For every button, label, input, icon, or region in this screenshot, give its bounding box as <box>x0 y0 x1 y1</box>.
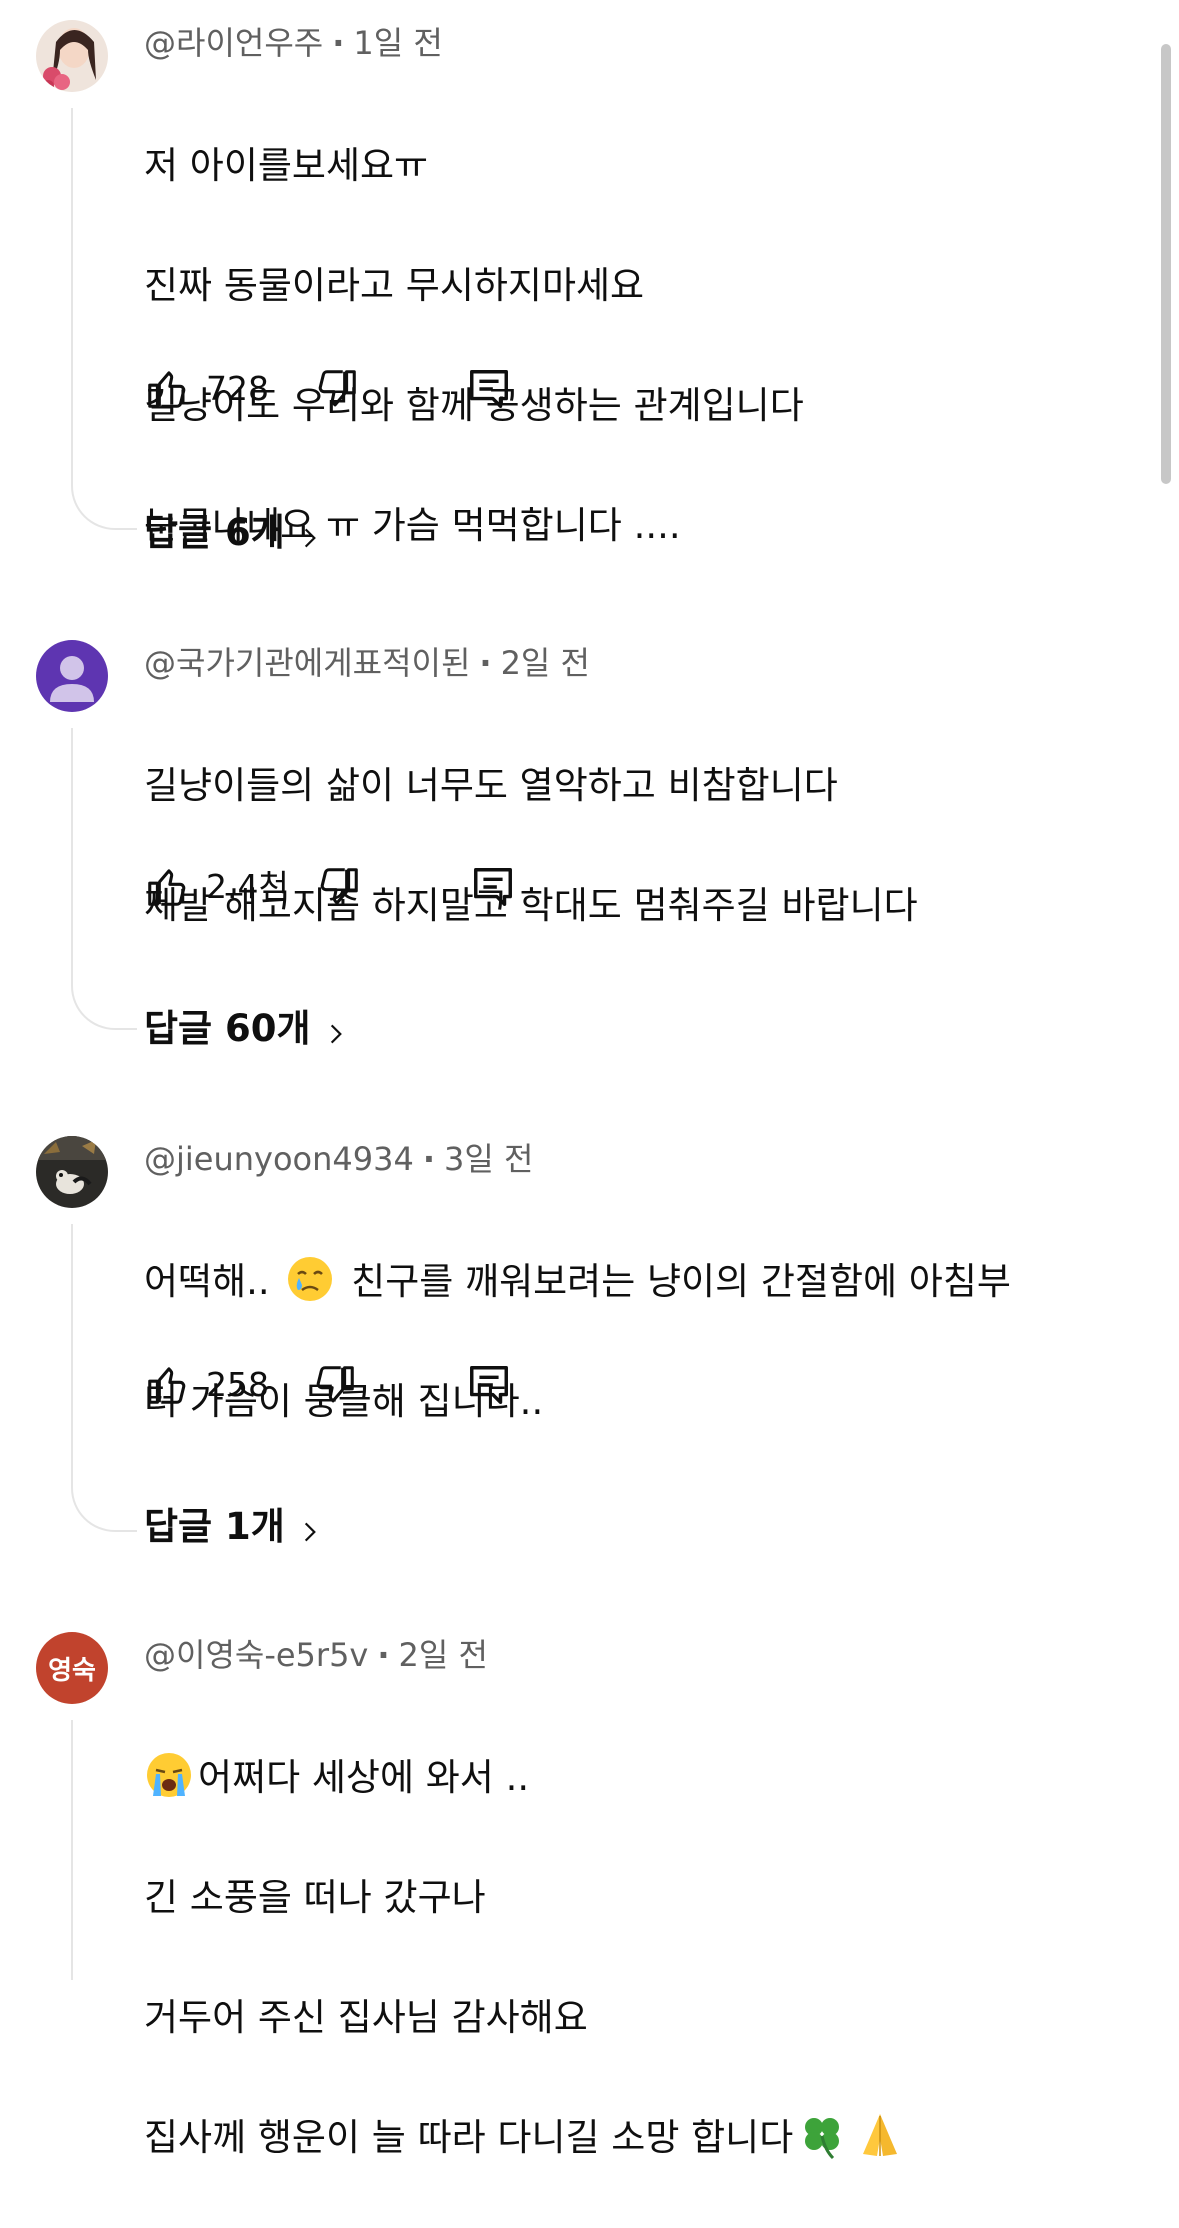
avatar[interactable] <box>36 640 108 712</box>
comment-time: 3일 전 <box>444 1140 534 1178</box>
default-person-icon <box>50 656 94 702</box>
comment-line: 길냥이들의 삶이 너무도 열악하고 비참합니다 <box>144 764 838 807</box>
comment-time: 1일 전 <box>353 24 443 62</box>
like-count: 258 <box>206 1365 269 1404</box>
meta-separator: · <box>377 1636 390 1674</box>
comment-time: 2일 전 <box>398 1636 488 1674</box>
folded-hands-icon <box>863 2114 898 2156</box>
comment-line-end: 친구를 깨워보려는 냥이의 간절함에 아침부 <box>339 1260 1011 1303</box>
comment-reply-icon[interactable] <box>466 366 512 412</box>
comment-text: 어쩌다 세상에 와서 .. 긴 소풍을 떠나 갔구나 거두어 주신 집사님 감사… <box>144 1688 1094 2228</box>
comment-item: @라이언우주 · 1일 전 저 아이를보세요ㅠ 진짜 동물이라고 무시하지마세요 길… <box>0 0 1179 620</box>
comment-text: 어떡해.. 친구를 깨워보려는 냥이의 간절함에 아침부 터 가슴이 뭉클해 집… <box>144 1192 1094 1492</box>
comment-reply-icon[interactable] <box>466 1362 512 1408</box>
thread-line <box>71 728 137 1030</box>
thumbs-up-icon[interactable] <box>144 1362 190 1408</box>
replies-button[interactable]: 답글 6개 <box>144 508 323 558</box>
comment-line: 어쩌다 세상에 와서 .. <box>144 1748 1094 1808</box>
comment-item: 영숙 @이영숙-e5r5v · 2일 전 어쩌다 세상에 와서 .. 긴 소풍을 떠… <box>0 1612 1179 2160</box>
replies-button[interactable]: 답글 1개 <box>144 1502 323 1552</box>
meta-separator: · <box>332 24 345 62</box>
comment-meta: @이영숙-e5r5v · 2일 전 <box>144 1632 488 1678</box>
author-handle[interactable]: @이영숙-e5r5v <box>144 1636 368 1674</box>
loudly-crying-face-icon <box>147 1753 191 1797</box>
comment-meta: @국가기관에게표적이된 · 2일 전 <box>144 640 590 686</box>
author-handle[interactable]: @라이언우주 <box>144 24 323 62</box>
meta-separator: · <box>479 644 492 682</box>
comment-line-start: 어떡해.. <box>144 1260 282 1303</box>
comment-line: 저 아이를보세요ㅠ <box>144 144 429 187</box>
comment-reply-icon[interactable] <box>470 864 516 910</box>
avatar-photo <box>36 1136 108 1208</box>
comment-item: @국가기관에게표적이된 · 2일 전 길냥이들의 삶이 너무도 열악하고 비참합니다… <box>0 620 1179 1120</box>
comment-item: @jieunyoon4934 · 3일 전 어떡해.. 친구를 깨워보려는 냥이의 … <box>0 1116 1179 1616</box>
like-count: 728 <box>206 369 269 408</box>
avatar-initials: 영숙 <box>48 1655 96 1686</box>
comment-line-text: 집사께 행운이 늘 따라 다니길 소망 합니다 <box>144 2116 794 2159</box>
comment-line: 긴 소풍을 떠나 갔구나 <box>144 1876 486 1919</box>
comment-actions: 258 <box>144 1356 744 1412</box>
comment-text: 길냥이들의 삶이 너무도 열악하고 비참합니다 제발 해코지좀 하지말고 학대도… <box>144 696 1094 996</box>
comment-line-text: 어쩌다 세상에 와서 .. <box>198 1756 530 1799</box>
comment-actions: 728 <box>144 360 744 416</box>
chevron-right-icon <box>323 1021 349 1047</box>
comment-line: 어떡해.. 친구를 깨워보려는 냥이의 간절함에 아침부 <box>144 1252 1094 1312</box>
replies-label: 답글 1개 <box>144 1505 285 1548</box>
thread-line <box>71 1224 137 1532</box>
comment-time: 2일 전 <box>500 644 590 682</box>
comments-screen: { "comments": [ { "author": "@라이언우주", "t… <box>0 0 1179 2160</box>
thumbs-down-icon[interactable] <box>314 366 360 412</box>
chevron-right-icon <box>297 525 323 551</box>
avatar[interactable]: 영숙 <box>36 1632 108 1704</box>
meta-separator: · <box>422 1140 435 1178</box>
like-count: 2.4천 <box>206 867 289 906</box>
chevron-right-icon <box>297 1519 323 1545</box>
avatar[interactable] <box>36 20 108 92</box>
author-handle[interactable]: @jieunyoon4934 <box>144 1140 414 1178</box>
replies-label: 답글 60개 <box>144 1007 311 1050</box>
comment-meta: @라이언우주 · 1일 전 <box>144 20 443 66</box>
thumbs-up-icon[interactable] <box>144 366 190 412</box>
thread-line <box>71 108 137 530</box>
comment-meta: @jieunyoon4934 · 3일 전 <box>144 1136 533 1182</box>
four-leaf-clover-icon <box>805 2118 840 2160</box>
crying-face-icon <box>288 1257 333 1301</box>
thumbs-down-icon[interactable] <box>316 864 362 910</box>
thumbs-down-icon[interactable] <box>312 1362 358 1408</box>
thumbs-up-icon[interactable] <box>144 864 190 910</box>
comment-line: 거두어 주신 집사님 감사해요 <box>144 1996 588 2039</box>
replies-button[interactable]: 답글 60개 <box>144 1004 349 1054</box>
author-handle[interactable]: @국가기관에게표적이된 <box>144 644 470 682</box>
avatar-photo <box>36 20 108 92</box>
comment-actions: 2.4천 <box>144 858 744 914</box>
avatar[interactable] <box>36 1136 108 1208</box>
comment-line: 집사께 행운이 늘 따라 다니길 소망 합니다 <box>144 2108 1094 2168</box>
comment-line: 진짜 동물이라고 무시하지마세요 <box>144 264 645 307</box>
thread-line <box>71 1720 137 1980</box>
replies-label: 답글 6개 <box>144 511 285 554</box>
